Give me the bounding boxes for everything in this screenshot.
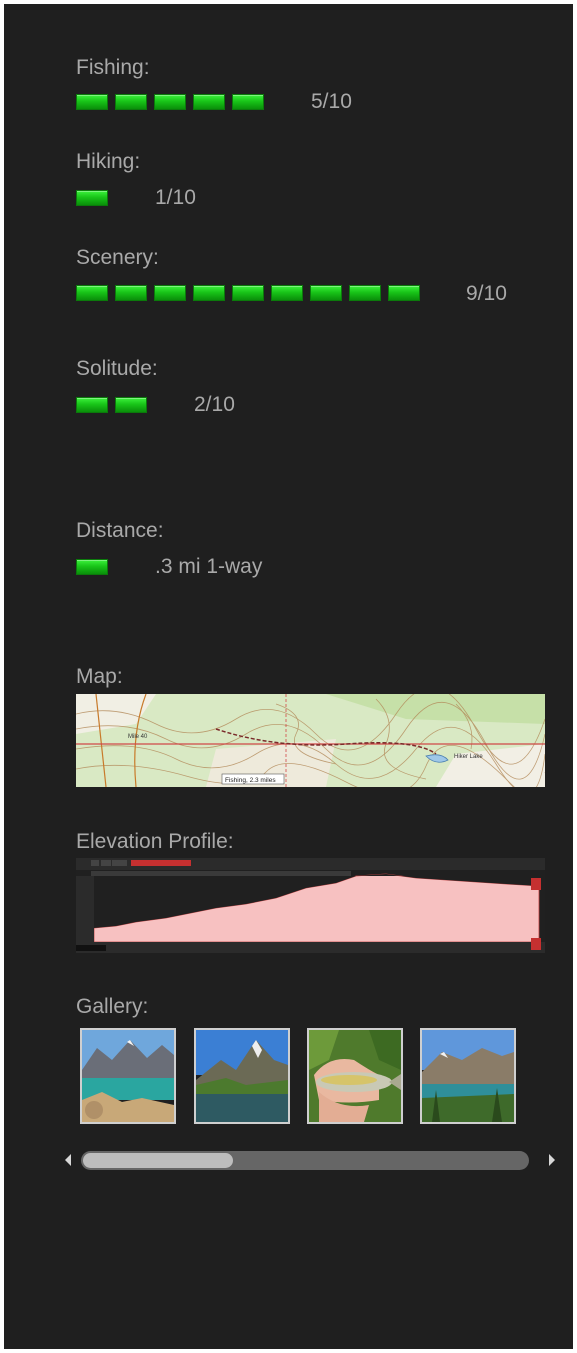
topo-map-image[interactable]: Mile 40 Hiker Lake Fishing, 2.3 miles	[76, 694, 545, 787]
rating-bar	[349, 285, 381, 301]
rating-bar	[115, 397, 147, 413]
rating-bar	[76, 94, 108, 110]
solitude-rating-bars	[76, 397, 154, 413]
rating-bar	[76, 397, 108, 413]
hiking-rating-bars	[76, 190, 115, 206]
map-label: Map:	[76, 665, 123, 688]
map-place-label-lake: Hiker Lake	[454, 754, 483, 760]
solitude-score: 2/10	[194, 393, 235, 416]
solitude-label: Solitude:	[76, 357, 158, 380]
gallery-scrollbar-thumb[interactable]	[83, 1153, 233, 1168]
rating-bar	[76, 285, 108, 301]
rating-bar	[154, 94, 186, 110]
rating-bar	[193, 285, 225, 301]
fishing-score: 5/10	[311, 90, 352, 113]
scenery-rating-bars	[76, 285, 427, 301]
hiking-label: Hiking:	[76, 150, 141, 173]
rating-bar	[232, 285, 264, 301]
gallery-scrollbar-track[interactable]	[81, 1151, 529, 1170]
scroll-left-arrow-icon[interactable]	[63, 1153, 73, 1167]
gallery-label: Gallery:	[76, 995, 149, 1018]
gallery-thumb-lake-trees[interactable]	[420, 1028, 516, 1124]
map-callout-label: Fishing, 2.3 miles	[225, 777, 276, 784]
rating-bar	[232, 94, 264, 110]
rating-bar	[310, 285, 342, 301]
fishing-rating-bars	[76, 94, 271, 110]
gallery-thumb-trout-in-hand[interactable]	[307, 1028, 403, 1124]
rating-bar	[388, 285, 420, 301]
elevation-profile-image[interactable]	[76, 858, 545, 953]
scroll-right-arrow-icon[interactable]	[547, 1153, 557, 1167]
distance-bar	[76, 559, 108, 575]
distance-bars	[76, 559, 115, 575]
distance-label: Distance:	[76, 519, 164, 542]
elevation-profile-label: Elevation Profile:	[76, 830, 234, 853]
distance-value: .3 mi 1-way	[155, 555, 263, 578]
rating-bar	[115, 94, 147, 110]
scenery-score: 9/10	[466, 282, 507, 305]
map-place-label-mile: Mile 40	[128, 734, 148, 740]
rating-bar	[271, 285, 303, 301]
rating-bar	[193, 94, 225, 110]
rating-bar	[154, 285, 186, 301]
fishing-label: Fishing:	[76, 56, 150, 79]
hiking-score: 1/10	[155, 186, 196, 209]
rating-bar	[76, 190, 108, 206]
gallery-thumb-mountain-lake[interactable]	[194, 1028, 290, 1124]
gallery-thumb-lake-peaks[interactable]	[80, 1028, 176, 1124]
rating-bar	[115, 285, 147, 301]
scenery-label: Scenery:	[76, 246, 159, 269]
